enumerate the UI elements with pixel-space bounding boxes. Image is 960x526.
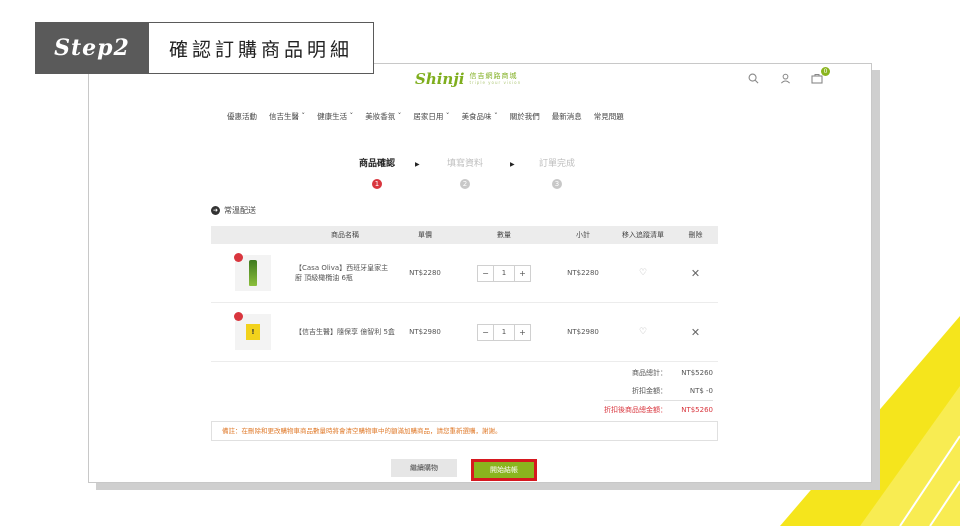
quantity-value[interactable]: 1 [493,324,515,340]
goods-total-value: NT$5260 [681,369,713,377]
step-label: 商品確認 [358,159,395,169]
arrow-circle-icon: ➜ [211,206,220,215]
step-tag: Step2 [35,22,149,74]
goods-total-label: 商品總計： [632,369,667,377]
nav-item-faq[interactable]: 常見問題 [594,111,624,122]
nav-item-about[interactable]: 關於我們 [510,111,540,122]
nav-item-health[interactable]: 健康生活 ˇ [317,111,353,122]
product-name[interactable]: 【信吉生醫】隨保享 億智利 5盒 [295,327,395,338]
col-wishlist: 移入追蹤清單 [622,231,664,239]
nav-item-beauty[interactable]: 美妝香氛 ˇ [365,111,401,122]
notice-text: 備註：在刪除和更改購物車商品數量時將會清空購物車中的額滿加購商品，請您重新選購，… [211,421,718,441]
heart-icon[interactable]: ♡ [639,327,647,337]
discount-value: NT$ -0 [689,387,713,395]
arrow-right-icon: ▶ [415,161,420,168]
subtotal: NT$2980 [567,328,599,336]
step-number: 2 [460,179,470,189]
sale-badge [234,312,243,321]
col-name: 商品名稱 [331,230,359,239]
close-icon[interactable]: ✕ [691,267,700,280]
checkout-button[interactable]: 開始結帳 [471,459,537,481]
minus-button[interactable]: − [478,325,493,340]
unit-price: NT$2280 [409,269,441,277]
logo-name: 信吉網路商城 [469,72,518,80]
discount-line: 折扣金額： NT$ -0 [604,382,713,400]
order-totals: 商品總計： NT$5260 折扣金額： NT$ -0 折扣後商品總金額： NT$526… [604,364,713,419]
plus-button[interactable]: + [515,325,530,340]
supplement-box: ! [246,324,260,340]
table-row: 【Casa Oliva】西班牙皇家主廚 頂級橄欖油 6瓶 NT$2280 − 1… [211,244,718,303]
quantity-stepper: − 1 + [477,323,531,341]
logo-tagline: triple your vision [469,80,522,85]
discount-label: 折扣金額： [632,387,667,395]
logo-mark: Shinji [415,70,465,88]
table-row: ! 【信吉生醫】隨保享 億智利 5盒 NT$2980 − 1 + NT$2980… [211,303,718,362]
minus-button[interactable]: − [478,266,493,281]
step-fill-info: 填寫資料 2 [439,156,491,189]
cart-count-badge: 0 [821,67,830,76]
cart-table: 商品名稱 單價 數量 小計 移入追蹤清單 刪除 【Casa Oliva】西班牙皇… [211,226,718,362]
header-icons: 0 [745,67,830,86]
nav-item-food[interactable]: 美食品味 ˇ [462,111,498,122]
nav-item-news[interactable]: 最新消息 [552,111,582,122]
browser-window: Shinji 信吉網路商城 triple your vision 0 優惠活動 … [88,63,872,483]
step-number: 1 [372,179,382,189]
final-total-line: 折扣後商品總金額： NT$5260 [604,400,713,419]
subtotal: NT$2280 [567,269,599,277]
user-icon[interactable] [777,70,793,86]
step-label: 填寫資料 [446,159,483,169]
checkout-progress: 商品確認 1 ▶ 填寫資料 2 ▶ 訂單完成 3 [347,156,617,196]
nav-item-home[interactable]: 居家日用 ˇ [413,111,449,122]
plus-button[interactable]: + [515,266,530,281]
step-title: 確認訂購商品明細 [149,22,374,74]
unit-price: NT$2980 [409,328,441,336]
product-image[interactable]: ! [234,312,271,350]
final-total-value: NT$5260 [681,406,713,414]
close-icon[interactable]: ✕ [691,326,700,339]
col-delete: 刪除 [688,231,703,239]
continue-shopping-button[interactable]: 繼續購物 [391,459,457,477]
nav-item-promotions[interactable]: 優惠活動 [227,111,257,122]
quantity-value[interactable]: 1 [493,265,515,281]
goods-total-line: 商品總計： NT$5260 [604,364,713,382]
search-icon[interactable] [745,70,761,86]
section-title: 常溫配送 [224,206,256,215]
main-nav: 優惠活動 信吉生醫 ˇ 健康生活 ˇ 美妝香氛 ˇ 居家日用 ˇ 美食品味 ˇ … [227,111,624,122]
product-name[interactable]: 【Casa Oliva】西班牙皇家主廚 頂級橄欖油 6瓶 [295,263,395,284]
step-number: 3 [552,179,562,189]
cart-icon[interactable]: 0 [809,67,830,86]
step-confirm: 商品確認 1 [347,156,407,189]
product-image[interactable] [234,253,271,291]
arrow-right-icon: ▶ [510,161,515,168]
final-total-label: 折扣後商品總金額： [604,406,667,414]
step-label: 訂單完成 [538,159,575,169]
quantity-stepper: − 1 + [477,264,531,282]
table-header: 商品名稱 單價 數量 小計 移入追蹤清單 刪除 [211,226,718,244]
site-logo[interactable]: Shinji 信吉網路商城 triple your vision [415,70,521,88]
shipping-section-label: ➜ 常溫配送 [211,205,256,216]
col-qty: 數量 [497,231,511,239]
step-banner: Step2 確認訂購商品明細 [35,22,374,74]
nav-item-biomed[interactable]: 信吉生醫 ˇ [269,111,305,122]
step-complete: 訂單完成 3 [531,156,583,189]
col-price: 單價 [418,231,432,239]
olive-oil-bottle [249,260,257,286]
col-subtotal: 小計 [576,231,590,239]
heart-icon[interactable]: ♡ [639,268,647,278]
sale-badge [234,253,243,262]
action-buttons: 繼續購物 開始結帳 [391,459,537,481]
